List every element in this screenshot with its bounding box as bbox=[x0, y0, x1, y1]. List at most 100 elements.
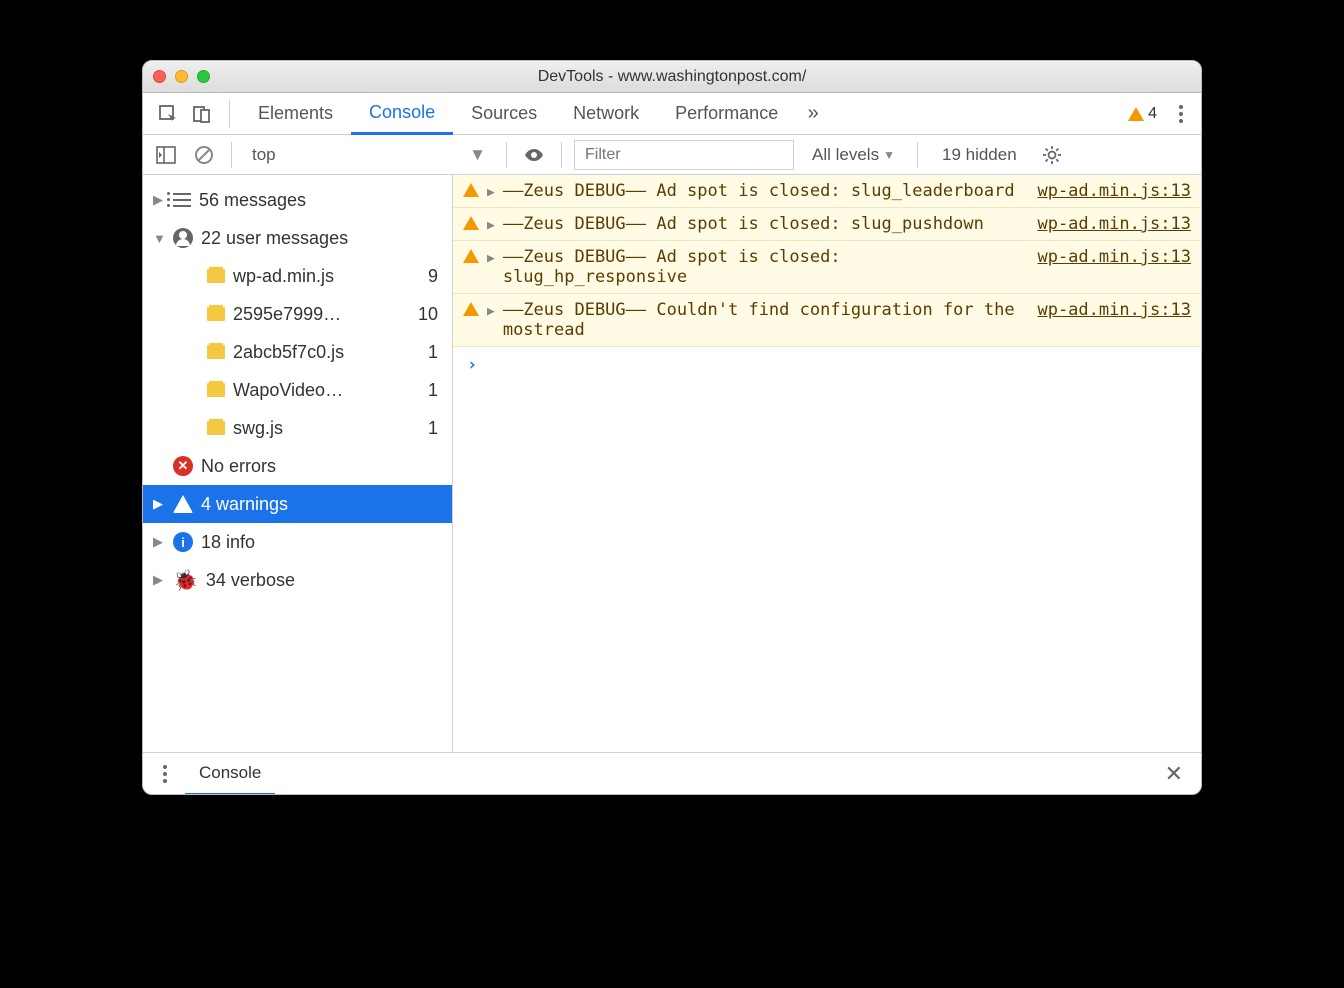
message-source-link[interactable]: wp-ad.min.js:13 bbox=[1037, 300, 1191, 340]
bug-icon: 🐞 bbox=[173, 568, 198, 593]
expand-caret-icon: ▶ bbox=[153, 496, 165, 512]
expand-caret-icon: ▶ bbox=[153, 534, 165, 550]
expand-caret-icon[interactable]: ▶ bbox=[487, 185, 495, 201]
context-selector[interactable]: top ▼ bbox=[244, 140, 494, 170]
info-label: 18 info bbox=[201, 532, 255, 553]
warning-icon bbox=[463, 249, 479, 263]
warning-icon bbox=[463, 216, 479, 230]
main-tabs: Elements Console Sources Network Perform… bbox=[143, 93, 1201, 135]
verbose-label: 34 verbose bbox=[206, 570, 295, 591]
message-source-link[interactable]: wp-ad.min.js:13 bbox=[1037, 181, 1191, 201]
minimize-window-button[interactable] bbox=[175, 70, 188, 83]
toggle-sidebar-icon[interactable] bbox=[151, 140, 181, 170]
traffic-lights bbox=[153, 70, 210, 83]
main-area: ▶ 56 messages ▼ 22 user messages wp-ad.m… bbox=[143, 175, 1201, 752]
sidebar-file-item[interactable]: wp-ad.min.js 9 bbox=[143, 257, 452, 295]
file-name: 2595e7999… bbox=[233, 304, 341, 325]
dropdown-caret-icon: ▼ bbox=[469, 145, 486, 165]
log-levels-selector[interactable]: All levels ▼ bbox=[802, 145, 905, 165]
sidebar-item-errors[interactable]: ▶ ✕ No errors bbox=[143, 447, 452, 485]
message-source-link[interactable]: wp-ad.min.js:13 bbox=[1037, 214, 1191, 234]
console-message[interactable]: ▶ ––Zeus DEBUG–– Ad spot is closed: slug… bbox=[453, 241, 1201, 294]
expand-caret-icon: ▶ bbox=[153, 192, 165, 208]
live-expression-icon[interactable] bbox=[519, 140, 549, 170]
tab-console[interactable]: Console bbox=[351, 94, 453, 135]
expand-caret-icon[interactable]: ▶ bbox=[487, 218, 495, 234]
sidebar-item-messages[interactable]: ▶ 56 messages bbox=[143, 181, 452, 219]
warnings-label: 4 warnings bbox=[201, 494, 288, 515]
warning-icon bbox=[463, 302, 479, 316]
console-output: ▶ ––Zeus DEBUG–– Ad spot is closed: slug… bbox=[453, 175, 1201, 752]
titlebar: DevTools - www.washingtonpost.com/ bbox=[143, 61, 1201, 93]
device-toolbar-icon[interactable] bbox=[187, 99, 217, 129]
file-name: WapoVideo… bbox=[233, 380, 343, 401]
filter-input[interactable] bbox=[574, 140, 794, 170]
expand-caret-icon[interactable]: ▶ bbox=[487, 251, 495, 287]
drawer: Console ✕ bbox=[143, 752, 1201, 794]
file-name: 2abcb5f7c0.js bbox=[233, 342, 344, 363]
tab-network[interactable]: Network bbox=[555, 93, 657, 134]
folder-icon bbox=[207, 383, 225, 397]
message-text: ––Zeus DEBUG–– Ad spot is closed: slug_p… bbox=[503, 214, 1030, 234]
drawer-tab-console[interactable]: Console bbox=[185, 754, 275, 795]
dropdown-caret-icon: ▼ bbox=[883, 148, 895, 162]
tab-performance[interactable]: Performance bbox=[657, 93, 796, 134]
inspect-element-icon[interactable] bbox=[153, 99, 183, 129]
message-text: ––Zeus DEBUG–– Ad spot is closed: slug_l… bbox=[503, 181, 1030, 201]
clear-console-icon[interactable] bbox=[189, 140, 219, 170]
error-icon: ✕ bbox=[173, 456, 193, 476]
context-value: top bbox=[252, 145, 276, 165]
expand-caret-icon: ▶ bbox=[153, 572, 165, 588]
expand-caret-icon[interactable]: ▶ bbox=[487, 304, 495, 340]
sidebar-item-info[interactable]: ▶ i 18 info bbox=[143, 523, 452, 561]
warning-icon bbox=[1128, 107, 1144, 121]
warning-count: 4 bbox=[1148, 105, 1157, 123]
sidebar-item-warnings[interactable]: ▶ 4 warnings bbox=[143, 485, 452, 523]
maximize-window-button[interactable] bbox=[197, 70, 210, 83]
warning-icon bbox=[173, 495, 193, 513]
console-prompt[interactable]: › bbox=[453, 347, 1201, 383]
devtools-window: DevTools - www.washingtonpost.com/ Eleme… bbox=[142, 60, 1202, 795]
console-message[interactable]: ▶ ––Zeus DEBUG–– Ad spot is closed: slug… bbox=[453, 208, 1201, 241]
warning-icon bbox=[463, 183, 479, 197]
levels-label: All levels bbox=[812, 145, 879, 165]
sidebar-item-user-messages[interactable]: ▼ 22 user messages bbox=[143, 219, 452, 257]
user-messages-label: 22 user messages bbox=[201, 228, 348, 249]
drawer-menu-icon[interactable] bbox=[153, 765, 177, 783]
info-icon: i bbox=[173, 532, 193, 552]
sidebar-item-verbose[interactable]: ▶ 🐞 34 verbose bbox=[143, 561, 452, 599]
hidden-count[interactable]: 19 hidden bbox=[930, 145, 1029, 165]
sidebar-file-item[interactable]: WapoVideo… 1 bbox=[143, 371, 452, 409]
console-settings-icon[interactable] bbox=[1037, 140, 1067, 170]
message-text: ––Zeus DEBUG–– Ad spot is closed: slug_h… bbox=[503, 247, 1030, 287]
file-name: wp-ad.min.js bbox=[233, 266, 334, 287]
file-count: 1 bbox=[428, 342, 438, 363]
sidebar-file-item[interactable]: swg.js 1 bbox=[143, 409, 452, 447]
console-message[interactable]: ▶ ––Zeus DEBUG–– Couldn't find configura… bbox=[453, 294, 1201, 347]
file-name: swg.js bbox=[233, 418, 283, 439]
tab-sources[interactable]: Sources bbox=[453, 93, 555, 134]
tab-elements[interactable]: Elements bbox=[240, 93, 351, 134]
errors-label: No errors bbox=[201, 456, 276, 477]
console-sidebar: ▶ 56 messages ▼ 22 user messages wp-ad.m… bbox=[143, 175, 453, 752]
user-icon bbox=[173, 228, 193, 248]
message-source-link[interactable]: wp-ad.min.js:13 bbox=[1037, 247, 1191, 287]
messages-label: 56 messages bbox=[199, 190, 306, 211]
file-count: 1 bbox=[428, 418, 438, 439]
file-count: 10 bbox=[418, 304, 438, 325]
window-title: DevTools - www.washingtonpost.com/ bbox=[143, 68, 1201, 86]
close-window-button[interactable] bbox=[153, 70, 166, 83]
settings-menu-icon[interactable] bbox=[1169, 105, 1193, 123]
list-icon bbox=[173, 193, 191, 207]
folder-icon bbox=[207, 269, 225, 283]
folder-icon bbox=[207, 421, 225, 435]
console-message[interactable]: ▶ ––Zeus DEBUG–– Ad spot is closed: slug… bbox=[453, 175, 1201, 208]
warning-count-badge[interactable]: 4 bbox=[1128, 105, 1157, 123]
folder-icon bbox=[207, 307, 225, 321]
sidebar-file-item[interactable]: 2595e7999… 10 bbox=[143, 295, 452, 333]
sidebar-file-item[interactable]: 2abcb5f7c0.js 1 bbox=[143, 333, 452, 371]
console-toolbar: top ▼ All levels ▼ 19 hidden bbox=[143, 135, 1201, 175]
close-drawer-icon[interactable]: ✕ bbox=[1157, 761, 1191, 787]
message-text: ––Zeus DEBUG–– Couldn't find configurati… bbox=[503, 300, 1030, 340]
tabs-overflow-icon[interactable]: » bbox=[798, 99, 828, 129]
